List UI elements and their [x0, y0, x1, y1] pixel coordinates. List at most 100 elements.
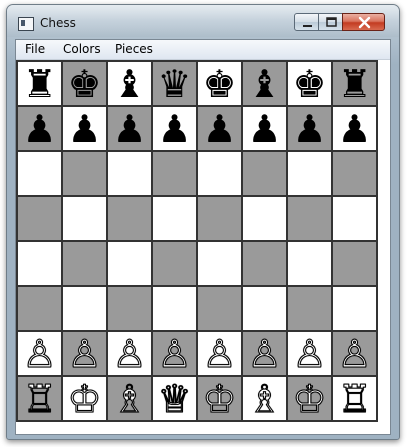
square-d1[interactable]: ♕	[152, 376, 197, 421]
chess-piece[interactable]: ♟	[22, 110, 56, 148]
square-h8[interactable]: ♜	[332, 61, 377, 106]
square-h1[interactable]: ♖	[332, 376, 377, 421]
maximize-button[interactable]	[318, 13, 343, 31]
menu-colors[interactable]: Colors	[60, 42, 104, 56]
square-d6[interactable]	[152, 151, 197, 196]
chess-piece[interactable]: ♙	[112, 334, 147, 373]
square-e6[interactable]	[197, 151, 242, 196]
square-c3[interactable]	[107, 286, 152, 331]
chess-piece[interactable]: ♟	[337, 110, 371, 148]
square-e2[interactable]: ♙	[197, 331, 242, 376]
square-f7[interactable]: ♟	[242, 106, 287, 151]
chess-piece[interactable]: ♜	[337, 65, 371, 103]
square-e1[interactable]: ♔	[197, 376, 242, 421]
chess-piece[interactable]: ♟	[157, 110, 191, 148]
chess-piece[interactable]: ♙	[292, 334, 327, 373]
chess-piece[interactable]: ♖	[22, 379, 57, 418]
square-a2[interactable]: ♙	[17, 331, 62, 376]
square-f2[interactable]: ♙	[242, 331, 287, 376]
square-a7[interactable]: ♟	[17, 106, 62, 151]
chess-piece[interactable]: ♙	[337, 334, 372, 373]
square-a8[interactable]: ♜	[17, 61, 62, 106]
square-b1[interactable]: ♔	[62, 376, 107, 421]
square-d2[interactable]: ♙	[152, 331, 197, 376]
close-button[interactable]	[342, 13, 385, 31]
chess-piece[interactable]: ♙	[157, 334, 192, 373]
square-f8[interactable]: ♝	[242, 61, 287, 106]
chess-piece[interactable]: ♚	[292, 65, 326, 103]
square-g6[interactable]	[287, 151, 332, 196]
square-h6[interactable]	[332, 151, 377, 196]
chess-piece[interactable]: ♚	[67, 65, 101, 103]
square-c2[interactable]: ♙	[107, 331, 152, 376]
square-b6[interactable]	[62, 151, 107, 196]
square-e5[interactable]	[197, 196, 242, 241]
title-bar[interactable]: Chess	[7, 5, 399, 37]
chess-piece[interactable]: ♛	[157, 65, 191, 103]
square-d4[interactable]	[152, 241, 197, 286]
chess-piece[interactable]: ♖	[337, 379, 372, 418]
square-f5[interactable]	[242, 196, 287, 241]
minimize-button[interactable]	[294, 13, 319, 31]
square-g8[interactable]: ♚	[287, 61, 332, 106]
chess-piece[interactable]: ♙	[22, 334, 57, 373]
chess-piece[interactable]: ♙	[247, 334, 282, 373]
square-g2[interactable]: ♙	[287, 331, 332, 376]
chess-piece[interactable]: ♝	[247, 65, 281, 103]
chess-piece[interactable]: ♟	[292, 110, 326, 148]
menu-file[interactable]: File	[22, 42, 48, 56]
square-c7[interactable]: ♟	[107, 106, 152, 151]
square-f1[interactable]: ♗	[242, 376, 287, 421]
chess-piece[interactable]: ♟	[247, 110, 281, 148]
chess-piece[interactable]: ♔	[202, 379, 237, 418]
square-b4[interactable]	[62, 241, 107, 286]
chess-piece[interactable]: ♔	[292, 379, 327, 418]
square-d7[interactable]: ♟	[152, 106, 197, 151]
square-f3[interactable]	[242, 286, 287, 331]
square-f6[interactable]	[242, 151, 287, 196]
chess-piece[interactable]: ♟	[67, 110, 101, 148]
menu-pieces[interactable]: Pieces	[112, 42, 156, 56]
square-d3[interactable]	[152, 286, 197, 331]
chess-piece[interactable]: ♗	[247, 379, 282, 418]
square-g5[interactable]	[287, 196, 332, 241]
square-e8[interactable]: ♚	[197, 61, 242, 106]
square-h3[interactable]	[332, 286, 377, 331]
square-e3[interactable]	[197, 286, 242, 331]
square-a1[interactable]: ♖	[17, 376, 62, 421]
chess-piece[interactable]: ♟	[112, 110, 146, 148]
square-a3[interactable]	[17, 286, 62, 331]
square-h5[interactable]	[332, 196, 377, 241]
square-h2[interactable]: ♙	[332, 331, 377, 376]
square-h7[interactable]: ♟	[332, 106, 377, 151]
square-a6[interactable]	[17, 151, 62, 196]
square-f4[interactable]	[242, 241, 287, 286]
square-e7[interactable]: ♟	[197, 106, 242, 151]
chess-piece[interactable]: ♔	[67, 379, 102, 418]
square-b5[interactable]	[62, 196, 107, 241]
square-c5[interactable]	[107, 196, 152, 241]
square-g4[interactable]	[287, 241, 332, 286]
square-c8[interactable]: ♝	[107, 61, 152, 106]
chess-piece[interactable]: ♕	[157, 379, 192, 418]
app-icon[interactable]	[18, 17, 34, 31]
square-d5[interactable]	[152, 196, 197, 241]
square-c4[interactable]	[107, 241, 152, 286]
square-b3[interactable]	[62, 286, 107, 331]
square-b2[interactable]: ♙	[62, 331, 107, 376]
chess-piece[interactable]: ♚	[202, 65, 236, 103]
chess-piece[interactable]: ♜	[22, 65, 56, 103]
chess-piece[interactable]: ♟	[202, 110, 236, 148]
square-g7[interactable]: ♟	[287, 106, 332, 151]
square-a5[interactable]	[17, 196, 62, 241]
square-d8[interactable]: ♛	[152, 61, 197, 106]
square-g3[interactable]	[287, 286, 332, 331]
square-c1[interactable]: ♗	[107, 376, 152, 421]
square-c6[interactable]	[107, 151, 152, 196]
chess-piece[interactable]: ♝	[112, 65, 146, 103]
square-g1[interactable]: ♔	[287, 376, 332, 421]
square-a4[interactable]	[17, 241, 62, 286]
chess-piece[interactable]: ♙	[202, 334, 237, 373]
chess-piece[interactable]: ♙	[67, 334, 102, 373]
square-e4[interactable]	[197, 241, 242, 286]
